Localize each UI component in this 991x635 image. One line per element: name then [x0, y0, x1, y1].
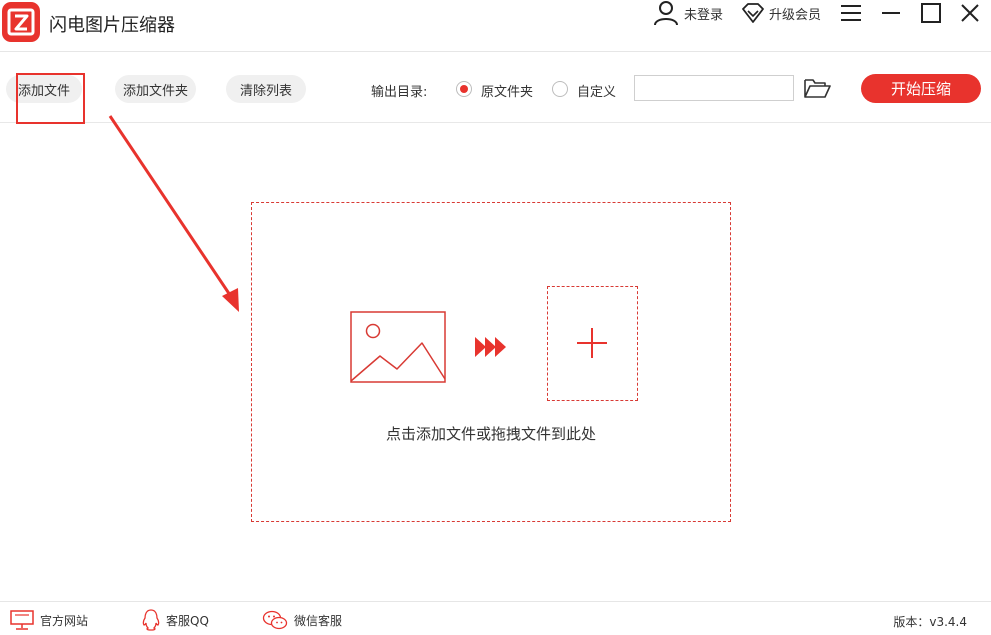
qq-support-link[interactable]: 客服QQ	[142, 609, 209, 631]
triple-arrow-icon	[475, 337, 506, 357]
monitor-icon	[10, 610, 34, 630]
wechat-support-link[interactable]: 微信客服	[262, 610, 342, 630]
qq-support-label: 客服QQ	[166, 613, 209, 628]
qq-icon	[142, 609, 160, 631]
drop-hint-text: 点击添加文件或拖拽文件到此处	[385, 425, 596, 443]
footer: 官方网站 客服QQ 微信客服 版本：v3.4.4	[0, 601, 991, 635]
wechat-support-label: 微信客服	[294, 613, 343, 628]
wechat-icon	[262, 610, 288, 630]
plus-icon	[577, 328, 607, 358]
official-website-label: 官方网站	[40, 613, 89, 628]
official-website-link[interactable]: 官方网站	[10, 610, 88, 630]
add-file-box[interactable]	[547, 286, 638, 401]
image-icon	[350, 311, 446, 383]
drop-zone[interactable]: 点击添加文件或拖拽文件到此处	[251, 202, 731, 522]
version-label: 版本：v3.4.4	[893, 615, 967, 629]
